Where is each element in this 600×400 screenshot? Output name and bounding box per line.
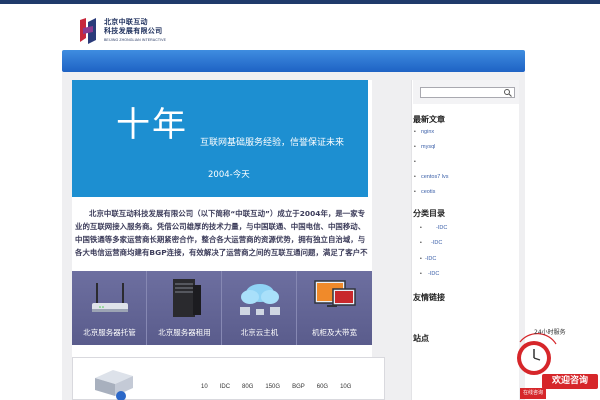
company-intro: 北京中联互动科技发展有限公司（以下简称“中联互动”）成立于2004年，是一家专业…	[75, 209, 368, 257]
online-consult-link[interactable]: 在线咨询	[520, 388, 546, 399]
consult-button[interactable]: 欢迎咨询	[542, 374, 598, 389]
sidebar-link[interactable]: -IDC	[431, 240, 442, 246]
bullet-icon: •	[420, 240, 422, 246]
sidebar-title-site: 站点	[413, 334, 429, 343]
service-label: 北京服务器托管	[83, 328, 136, 337]
sidebar-link[interactable]: ceotis	[421, 189, 435, 195]
sidebar-link[interactable]: mysql	[421, 144, 435, 150]
router-icon	[92, 283, 128, 312]
cloud-icon	[240, 284, 280, 315]
logo-text-en: BEIJING ZHONGLIAN INTERACTIVE	[104, 38, 167, 42]
product-specs: 10 IDC 80G 150G BGP 60G 10G	[201, 384, 352, 390]
bullet-icon: •	[414, 174, 416, 180]
logo-mark-icon	[80, 18, 96, 44]
hero-banner[interactable]: 十年 互联网基础服务经验，信誉保证未来 2004-今天	[72, 80, 368, 197]
bullet-icon: •	[414, 129, 416, 135]
main-navbar[interactable]	[62, 50, 525, 72]
sidebar-link[interactable]: -IDC	[436, 225, 447, 231]
company-logo[interactable]: 北京中联互动 科技发展有限公司 BEIJING ZHONGLIAN INTERA…	[76, 16, 196, 50]
banner-date: 2004-今天	[208, 170, 250, 180]
service-tile-hosting[interactable]: 北京服务器托管	[72, 271, 147, 345]
rack-server-icon	[95, 370, 133, 400]
bullet-icon: •	[414, 159, 416, 165]
service-tile-cabinet[interactable]: 机柜及大带宽	[297, 271, 372, 345]
monitor-icon	[314, 280, 356, 307]
service-label: 机柜及大带宽	[312, 328, 357, 337]
sidebar-link[interactable]: nginx	[421, 129, 434, 135]
sidebar-link[interactable]: centos7 lvs	[421, 174, 449, 180]
search-icon[interactable]	[503, 88, 513, 97]
bullet-icon: •	[414, 144, 416, 150]
consult-widget[interactable]: 24小时服务 欢迎咨询 在线咨询	[512, 324, 600, 400]
sidebar-title-recent: 最新文章	[413, 115, 445, 124]
service-tile-cloud[interactable]: 北京云主机	[222, 271, 297, 345]
service-tile-rental[interactable]: 北京服务器租用	[147, 271, 222, 345]
sidebar-title-categories: 分类目录	[413, 209, 445, 218]
sidebar-link[interactable]: -IDC	[428, 271, 439, 277]
bullet-icon: •	[420, 225, 422, 231]
service-label: 北京云主机	[240, 328, 279, 337]
search-input[interactable]	[420, 87, 515, 98]
bullet-icon: •	[420, 256, 422, 262]
banner-headline: 十年	[116, 105, 188, 145]
bullet-icon: •	[420, 271, 422, 277]
banner-subtitle: 互联网基础服务经验，信誉保证未来	[200, 138, 345, 148]
sidebar	[411, 80, 519, 400]
service-label: 北京服务器租用	[158, 328, 211, 337]
server-tower-icon	[173, 279, 201, 317]
service-tiles: 北京服务器托管 北京服务器租用 北京云主机 机柜及大带宽	[72, 271, 372, 345]
sidebar-title-links: 友情链接	[413, 293, 445, 302]
product-box: 10 IDC 80G 150G BGP 60G 10G	[72, 357, 385, 400]
site-header: 北京中联互动 科技发展有限公司 BEIJING ZHONGLIAN INTERA…	[62, 4, 525, 52]
bullet-icon: •	[414, 189, 416, 195]
sidebar-link[interactable]: -IDC	[425, 256, 436, 262]
ring-text: 24小时服务	[534, 329, 566, 336]
logo-text-cn: 北京中联互动 科技发展有限公司	[104, 18, 163, 35]
